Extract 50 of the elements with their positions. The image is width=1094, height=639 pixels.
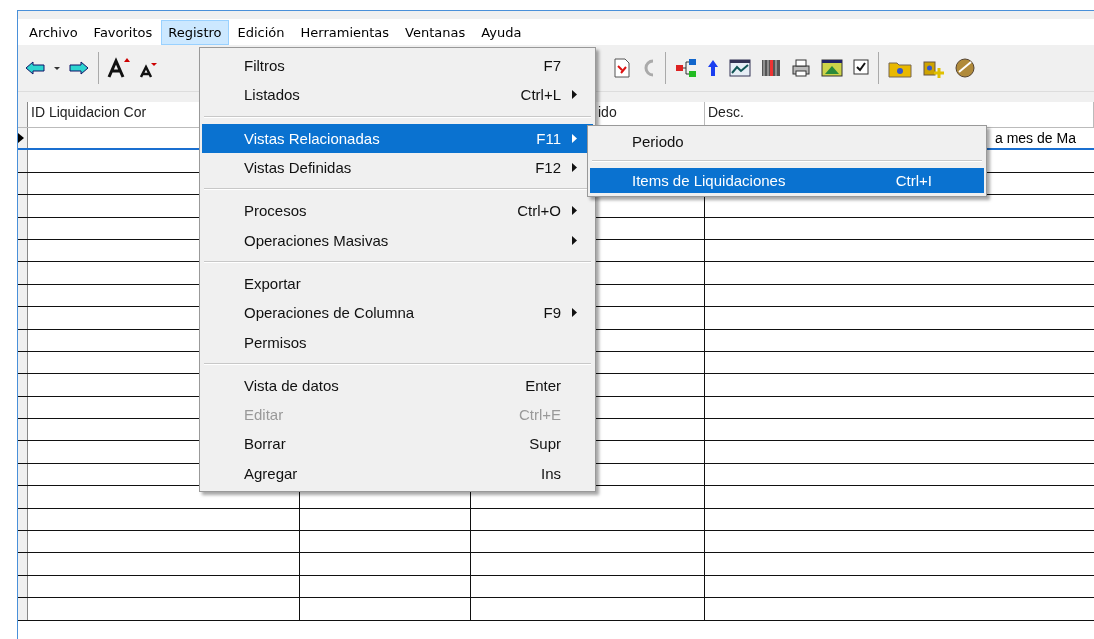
shortcut-label: F11 [536, 129, 561, 147]
menu-item[interactable]: Periodo [590, 129, 984, 154]
shortcut-label: F12 [535, 159, 561, 177]
shortcut-label: Supr [529, 435, 561, 453]
menu-item-label: Agregar [244, 464, 299, 482]
menu-bar-item[interactable]: Registro [161, 19, 229, 45]
menu-item[interactable]: Items de Liquidaciones Ctrl+I [590, 168, 984, 193]
menu-bar-item[interactable]: Ayuda [474, 19, 529, 45]
menu-item-label: Filtros [244, 57, 286, 75]
table-cell: a mes de Ma [995, 130, 1076, 147]
menu-bar-item[interactable]: Herramientas [293, 19, 397, 45]
column-header[interactable]: ID Liquidacion Cor [31, 104, 147, 120]
menu-item[interactable]: Procesos Ctrl+O [202, 196, 593, 226]
shortcut-label: Ctrl+O [517, 202, 561, 220]
shortcut-label: Ctrl+L [520, 86, 561, 104]
shortcut-label: F9 [543, 304, 561, 322]
menu-item-label: Operaciones de Columna [244, 304, 416, 322]
column-header[interactable]: Desc. [708, 104, 744, 120]
menu-item[interactable]: Listados Ctrl+L [202, 80, 593, 110]
shortcut-label: Enter [525, 376, 561, 394]
shortcut-label: F7 [543, 57, 561, 75]
menu-item-label: Vista de datos [244, 376, 340, 394]
menu-item-label: Permisos [244, 333, 308, 351]
menu-item-label: Listados [244, 86, 301, 104]
menu-item[interactable]: Borrar Supr [202, 429, 593, 459]
shortcut-label: Ctrl+E [518, 406, 561, 424]
menu-item-label: Exportar [244, 274, 302, 292]
menu-item-label: Editar [244, 406, 285, 424]
menu-item[interactable]: Agregar Ins [202, 458, 593, 488]
menu-item[interactable]: Vistas Relacionadas F11 [202, 123, 593, 153]
menu-item[interactable]: Operaciones de Columna F9 [202, 298, 593, 328]
menu-item-label: Vistas Definidas [244, 159, 353, 177]
menu-bar-item[interactable]: Ventanas [398, 19, 473, 45]
menu-item-label: Operaciones Masivas [244, 231, 390, 249]
menu-item-label: Procesos [244, 202, 308, 220]
menu-item-label: Periodo [632, 133, 685, 150]
menu-item[interactable]: Permisos [202, 327, 593, 357]
menu-bar-item[interactable]: Edición [230, 19, 292, 45]
shortcut-label: Ins [541, 464, 561, 482]
menu-bar-item[interactable]: Favoritos [86, 19, 160, 45]
menu-bar-item[interactable]: Archivo [22, 19, 85, 45]
menu-item-label: Vistas Relacionadas [244, 129, 381, 147]
menu-item-label: Items de Liquidaciones [632, 172, 787, 189]
menu-item[interactable]: Exportar [202, 268, 593, 299]
menu-item[interactable]: Filtros F7 [202, 51, 593, 81]
column-header[interactable]: ido [598, 104, 617, 120]
shortcut-label: Ctrl+I [895, 172, 932, 189]
menu-item[interactable]: Vista de datos Enter [202, 370, 593, 400]
menu-item-label: Borrar [244, 435, 287, 453]
menu-item[interactable]: Operaciones Masivas [202, 225, 593, 255]
